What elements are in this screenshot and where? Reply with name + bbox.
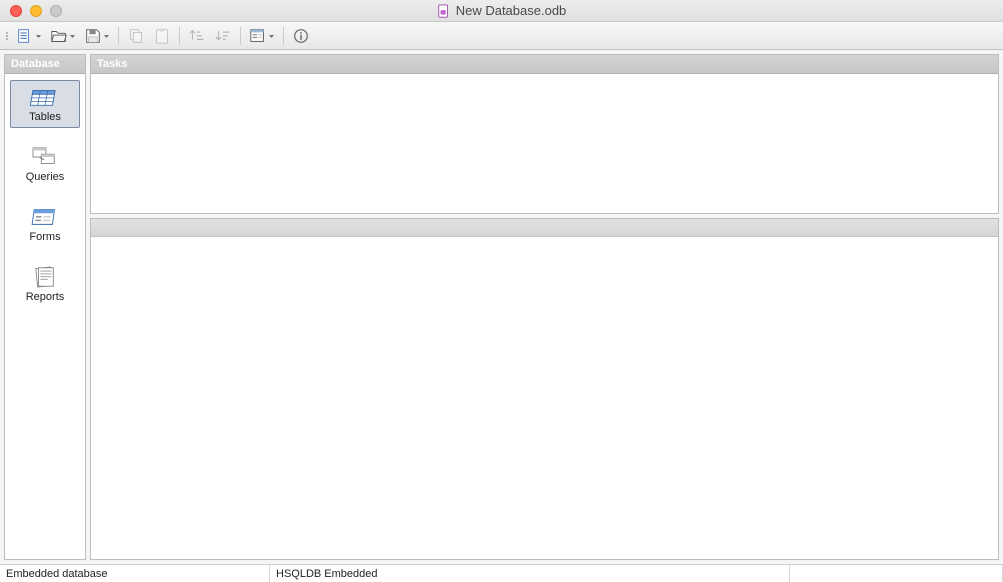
info-icon	[292, 27, 310, 45]
database-sidebar: Database Tables Queries Forms Reports	[4, 54, 86, 560]
sidebar-item-label: Reports	[26, 291, 65, 303]
tables-icon	[30, 85, 60, 109]
dropdown-icon[interactable]	[103, 28, 110, 44]
folder-open-icon	[50, 27, 68, 45]
close-window-button[interactable]	[10, 5, 22, 17]
main-area: Database Tables Queries Forms Reports Ta…	[0, 50, 1003, 564]
sidebar-item-label: Queries	[26, 171, 65, 183]
paste-icon	[153, 27, 171, 45]
form-icon	[249, 27, 267, 45]
reports-icon	[30, 265, 60, 289]
statusbar: Embedded database HSQLDB Embedded	[0, 564, 1003, 582]
dropdown-icon[interactable]	[268, 28, 275, 44]
form-button[interactable]	[246, 25, 278, 47]
sidebar-item-label: Forms	[29, 231, 60, 243]
sidebar-item-queries[interactable]: Queries	[10, 140, 80, 188]
sort-desc-icon	[214, 27, 232, 45]
database-file-icon	[437, 4, 451, 18]
tasks-header: Tasks	[91, 55, 998, 74]
sidebar-body: Tables Queries Forms Reports	[5, 74, 85, 559]
save-icon	[84, 27, 102, 45]
sidebar-item-label: Tables	[29, 111, 61, 123]
status-spacer	[790, 565, 1003, 582]
open-button[interactable]	[47, 25, 79, 47]
new-document-icon	[16, 27, 34, 45]
toolbar	[0, 22, 1003, 50]
tasks-panel: Tasks	[90, 54, 999, 214]
sidebar-item-reports[interactable]: Reports	[10, 260, 80, 308]
status-engine: HSQLDB Embedded	[270, 565, 790, 582]
sort-asc-button	[185, 25, 209, 47]
details-panel	[90, 218, 999, 560]
paste-button	[150, 25, 174, 47]
sidebar-header: Database	[5, 55, 85, 74]
content-area: Tasks	[90, 54, 999, 560]
help-button[interactable]	[289, 25, 313, 47]
save-button[interactable]	[81, 25, 113, 47]
dropdown-icon[interactable]	[69, 28, 76, 44]
dropdown-icon[interactable]	[35, 28, 42, 44]
copy-icon	[127, 27, 145, 45]
sort-asc-icon	[188, 27, 206, 45]
forms-icon	[30, 205, 60, 229]
window-title: New Database.odb	[0, 3, 1003, 18]
details-header	[91, 219, 998, 237]
new-button[interactable]	[13, 25, 45, 47]
sidebar-item-tables[interactable]: Tables	[10, 80, 80, 128]
copy-button	[124, 25, 148, 47]
window-controls	[0, 5, 62, 17]
toolbar-grip	[6, 32, 11, 40]
zoom-window-button[interactable]	[50, 5, 62, 17]
sidebar-item-forms[interactable]: Forms	[10, 200, 80, 248]
status-db-type: Embedded database	[0, 565, 270, 582]
queries-icon	[30, 145, 60, 169]
sort-desc-button	[211, 25, 235, 47]
titlebar: New Database.odb	[0, 0, 1003, 22]
minimize-window-button[interactable]	[30, 5, 42, 17]
